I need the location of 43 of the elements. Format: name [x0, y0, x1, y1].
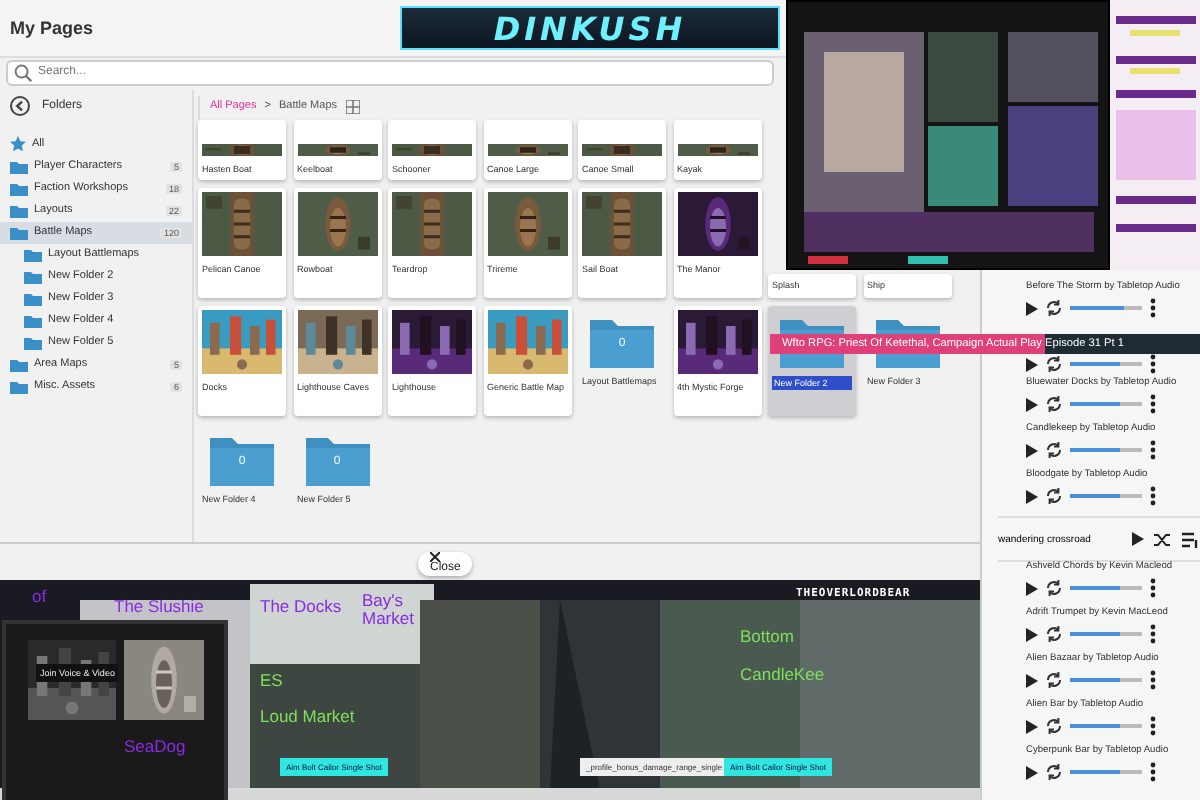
folder-icon: [210, 433, 274, 486]
play-icon[interactable]: [1026, 489, 1038, 503]
page-title: My Pages: [10, 17, 94, 38]
more-icon[interactable]: [1150, 486, 1156, 506]
close-icon: [430, 552, 440, 563]
play-icon[interactable]: [1132, 532, 1144, 546]
more-icon[interactable]: [1150, 762, 1156, 782]
play-icon[interactable]: [1026, 443, 1038, 457]
loop-icon[interactable]: [1046, 672, 1062, 688]
loop-icon[interactable]: [1046, 396, 1062, 412]
more-icon[interactable]: [1150, 440, 1156, 460]
play-icon[interactable]: [1026, 301, 1038, 315]
back-icon[interactable]: [10, 95, 30, 116]
search-icon: [14, 63, 32, 82]
more-icon[interactable]: [1150, 624, 1156, 644]
loop-icon[interactable]: [1046, 300, 1062, 316]
loop-icon[interactable]: [1046, 626, 1062, 642]
star-icon: [10, 136, 26, 153]
loop-icon[interactable]: [1046, 718, 1062, 734]
play-icon[interactable]: [1026, 673, 1038, 687]
folder-icon: [590, 315, 654, 368]
loop-icon[interactable]: [1046, 580, 1062, 596]
loop-icon[interactable]: [1046, 488, 1062, 504]
play-icon[interactable]: [1026, 581, 1038, 595]
more-icon[interactable]: [1150, 578, 1156, 598]
play-icon[interactable]: [1026, 627, 1038, 641]
channel-logo: DINKUSH: [400, 6, 780, 50]
more-icon[interactable]: [1150, 298, 1156, 318]
playlist-icon[interactable]: [1182, 531, 1200, 547]
loop-icon[interactable]: [1046, 442, 1062, 458]
shuffle-icon[interactable]: [1154, 531, 1172, 547]
play-icon[interactable]: [1026, 765, 1038, 779]
loop-icon[interactable]: [1046, 764, 1062, 780]
play-icon[interactable]: [1026, 719, 1038, 733]
more-icon[interactable]: [1150, 716, 1156, 736]
more-icon[interactable]: [1150, 394, 1156, 414]
folder-icon: [305, 433, 369, 486]
grid-icon[interactable]: [345, 99, 360, 114]
loop-icon[interactable]: [1046, 356, 1062, 372]
play-icon[interactable]: [1026, 397, 1038, 411]
more-icon[interactable]: [1150, 670, 1156, 690]
play-icon[interactable]: [1026, 357, 1038, 371]
more-icon[interactable]: [1150, 354, 1156, 374]
